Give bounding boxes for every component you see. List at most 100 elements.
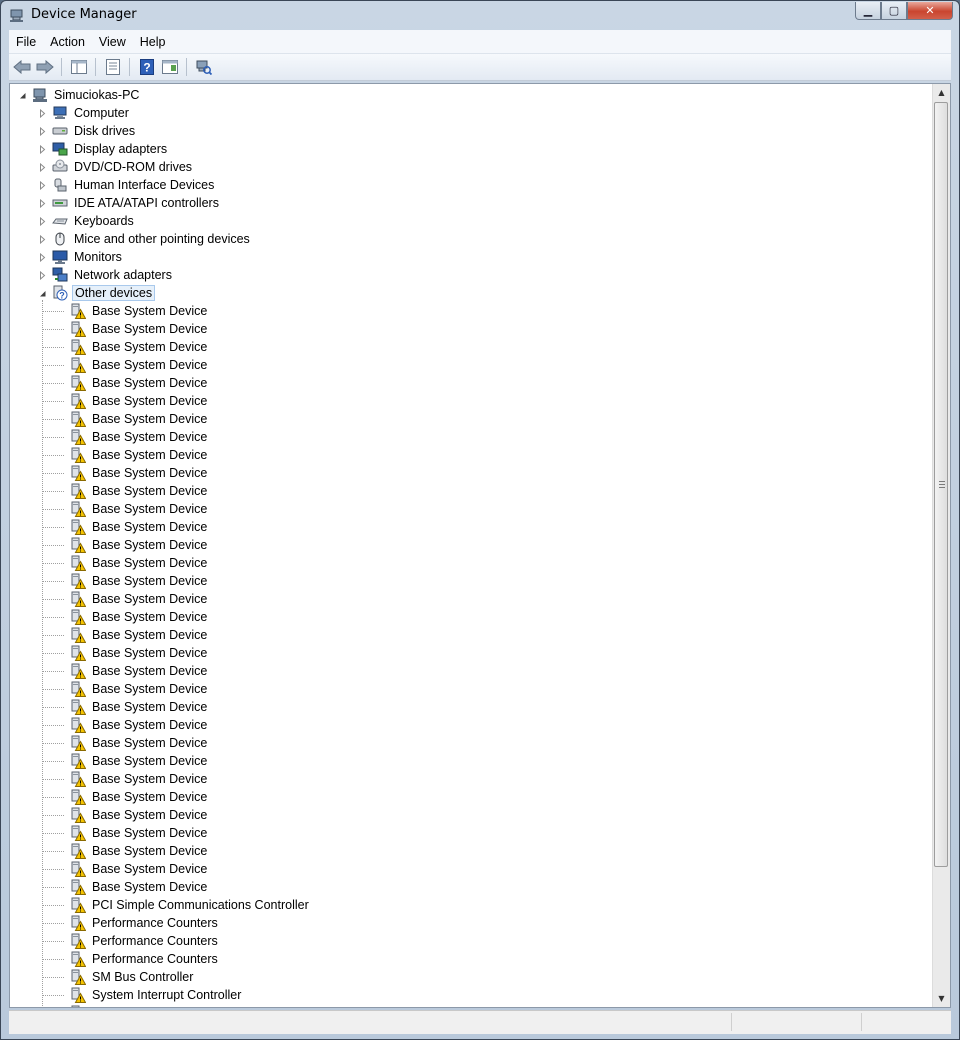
tree-device-item[interactable]: Base System Device	[70, 392, 209, 410]
tree-device-item[interactable]: Base System Device	[70, 590, 209, 608]
tree-connector	[42, 959, 64, 960]
tree-device-item[interactable]: Base System Device	[70, 680, 209, 698]
tree-category[interactable]: ? Other devices	[52, 284, 156, 302]
tree-device-item[interactable]: Base System Device	[70, 824, 209, 842]
tree-device-item[interactable]: Base System Device	[70, 518, 209, 536]
tree-device-item[interactable]: Base System Device	[70, 644, 209, 662]
vertical-scrollbar[interactable]: ▲ ▼	[932, 84, 950, 1007]
category-expander[interactable]	[38, 163, 47, 172]
tree-device-item[interactable]: Base System Device	[70, 572, 209, 590]
toolbar-separator	[61, 58, 62, 76]
warning-device-icon	[71, 339, 86, 355]
tree-category[interactable]: Computer	[52, 104, 131, 122]
tree-category[interactable]: Monitors	[52, 248, 124, 266]
tree-device-item[interactable]: Base System Device	[70, 662, 209, 680]
tree-device-item[interactable]: Performance Counters	[70, 950, 220, 968]
scan-hardware-button[interactable]	[194, 57, 214, 77]
tree-device-item[interactable]: Base System Device	[70, 410, 209, 428]
tree-device-item[interactable]: Base System Device	[70, 428, 209, 446]
back-button[interactable]	[12, 57, 32, 77]
category-expander[interactable]	[38, 199, 47, 208]
tree-device-item[interactable]: Base System Device	[70, 320, 209, 338]
tree-device-item[interactable]: Base System Device	[70, 770, 209, 788]
menu-action[interactable]: Action	[43, 35, 92, 49]
tree-category[interactable]: Network adapters	[52, 266, 174, 284]
tree-item-label: Base System Device	[92, 502, 208, 516]
category-expander[interactable]	[38, 181, 47, 190]
tree-category[interactable]: Disk drives	[52, 122, 137, 140]
category-expander[interactable]	[38, 271, 47, 280]
tree-category[interactable]: DVD/CD-ROM drives	[52, 158, 194, 176]
tree-device-item[interactable]: Base System Device	[70, 752, 209, 770]
tree-device-item[interactable]: Base System Device	[70, 302, 209, 320]
root-expander[interactable]	[18, 91, 27, 100]
tree-connector	[42, 851, 64, 852]
scrollbar-thumb[interactable]	[934, 102, 948, 867]
tree-device-item[interactable]: Base System Device	[70, 878, 209, 896]
status-cell	[861, 1013, 952, 1031]
tree-category[interactable]: Human Interface Devices	[52, 176, 216, 194]
close-button[interactable]: ✕	[907, 2, 953, 20]
tree-connector	[42, 491, 64, 492]
category-expander[interactable]	[38, 289, 47, 298]
tree-device-item[interactable]: Universal Serial Bus (USB) Controller	[70, 1004, 302, 1007]
category-expander[interactable]	[38, 235, 47, 244]
tree-device-item[interactable]: Base System Device	[70, 536, 209, 554]
category-expander[interactable]	[38, 109, 47, 118]
help-button[interactable]: ?	[137, 57, 157, 77]
tree-device-item[interactable]: Performance Counters	[70, 914, 220, 932]
tree-device-item[interactable]: Base System Device	[70, 356, 209, 374]
menu-help[interactable]: Help	[133, 35, 173, 49]
tree-category[interactable]: Display adapters	[52, 140, 169, 158]
tree-category[interactable]: Keyboards	[52, 212, 136, 230]
tree-device-item[interactable]: Base System Device	[70, 716, 209, 734]
tree-root[interactable]: Simuciokas-PC	[32, 86, 141, 104]
status-bar	[9, 1010, 951, 1034]
tree-device-item[interactable]: Base System Device	[70, 698, 209, 716]
maximize-button[interactable]: ▢	[881, 2, 907, 20]
tree-device-item[interactable]: Base System Device	[70, 500, 209, 518]
tree-device-item[interactable]: Base System Device	[70, 338, 209, 356]
device-manager-icon	[10, 9, 23, 22]
category-expander[interactable]	[38, 253, 47, 262]
action-pane-button[interactable]	[160, 57, 180, 77]
tree-device-item[interactable]: Base System Device	[70, 806, 209, 824]
tree-category[interactable]: Mice and other pointing devices	[52, 230, 252, 248]
tree-device-item[interactable]: SM Bus Controller	[70, 968, 195, 986]
device-tree-pane[interactable]: Simuciokas-PC Computer Disk drives Display …	[9, 83, 951, 1008]
properties-button[interactable]	[103, 57, 123, 77]
tree-connector	[42, 743, 64, 744]
tree-device-item[interactable]: Base System Device	[70, 860, 209, 878]
tree-device-item[interactable]: Performance Counters	[70, 932, 220, 950]
tree-item-label: Performance Counters	[92, 934, 218, 948]
menu-view[interactable]: View	[92, 35, 133, 49]
tree-device-item[interactable]: Base System Device	[70, 626, 209, 644]
category-expander[interactable]	[38, 217, 47, 226]
tree-device-item[interactable]: Base System Device	[70, 788, 209, 806]
show-hide-console-tree-button[interactable]	[69, 57, 89, 77]
tree-device-item[interactable]: PCI Simple Communications Controller	[70, 896, 311, 914]
tree-item-label: Base System Device	[92, 592, 208, 606]
warning-device-icon	[71, 609, 86, 625]
tree-device-item[interactable]: Base System Device	[70, 464, 209, 482]
forward-button[interactable]	[35, 57, 55, 77]
tree-device-item[interactable]: Base System Device	[70, 482, 209, 500]
category-expander[interactable]	[38, 127, 47, 136]
tree-item-label: Display adapters	[74, 142, 168, 156]
tree-device-item[interactable]: System Interrupt Controller	[70, 986, 243, 1004]
tree-category[interactable]: IDE ATA/ATAPI controllers	[52, 194, 221, 212]
tree-device-item[interactable]: Base System Device	[70, 608, 209, 626]
tree-device-item[interactable]: Base System Device	[70, 446, 209, 464]
menu-file[interactable]: File	[9, 35, 43, 49]
tree-device-item[interactable]: Base System Device	[70, 554, 209, 572]
minimize-button[interactable]: ▁	[855, 2, 881, 20]
scroll-up-button[interactable]: ▲	[933, 84, 950, 101]
tree-device-item[interactable]: Base System Device	[70, 374, 209, 392]
category-expander[interactable]	[38, 145, 47, 154]
tree-device-item[interactable]: Base System Device	[70, 842, 209, 860]
scroll-down-button[interactable]: ▼	[933, 990, 950, 1007]
title-bar[interactable]: Device Manager ▁ ▢ ✕	[1, 1, 959, 29]
tree-device-item[interactable]: Base System Device	[70, 734, 209, 752]
tree-item-label: Base System Device	[92, 574, 208, 588]
computer-icon	[53, 106, 67, 119]
